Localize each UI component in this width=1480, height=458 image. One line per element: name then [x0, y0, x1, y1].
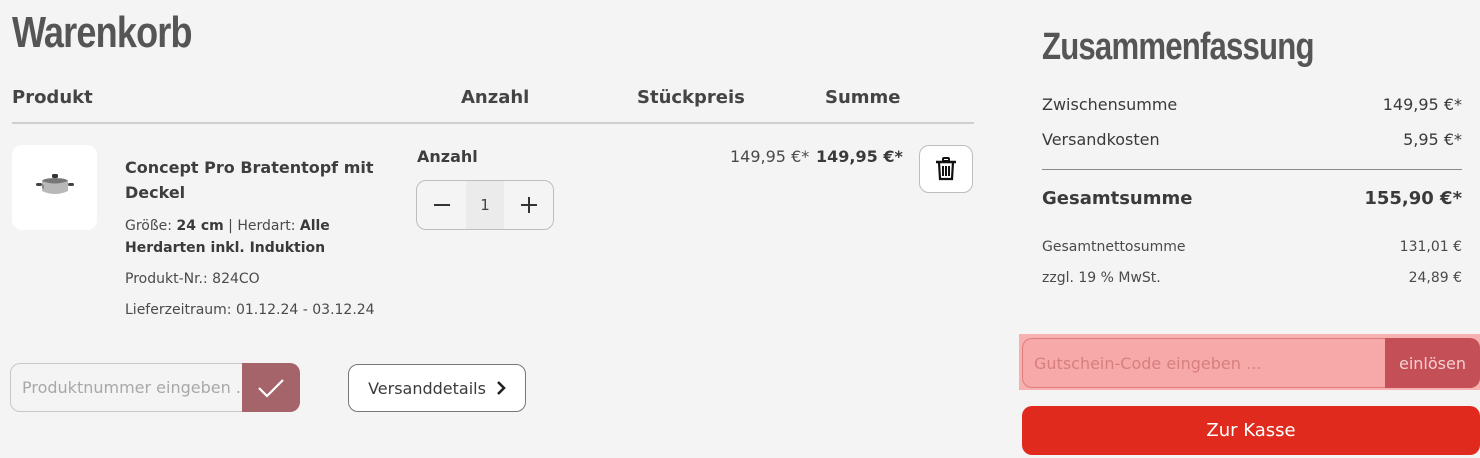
line-total: 149,95 €* — [816, 147, 903, 166]
increase-quantity-button[interactable] — [504, 181, 553, 229]
shipping-details-button[interactable]: Versanddetails — [348, 364, 526, 412]
net-total-value: 131,01 € — [1399, 239, 1462, 255]
grand-total-row: Gesamtsumme 155,90 €* — [1042, 188, 1462, 209]
voucher-code-input[interactable] — [1022, 338, 1388, 388]
product-number: Produkt-Nr.: 824CO — [125, 271, 260, 287]
add-product-button[interactable] — [242, 363, 300, 412]
subtotal-row: Zwischensumme 149,95 €* — [1042, 95, 1462, 114]
quantity-value[interactable]: 1 — [466, 181, 504, 229]
net-total-label: Gesamtnettosumme — [1042, 239, 1186, 255]
quantity-stepper: 1 — [416, 180, 554, 230]
product-number-input[interactable] — [10, 363, 246, 412]
shipping-costs-value: 5,95 €* — [1403, 130, 1462, 149]
remove-item-button[interactable] — [919, 145, 973, 193]
shipping-costs-row: Versandkosten 5,95 €* — [1042, 130, 1462, 149]
chevron-right-icon — [497, 381, 506, 395]
pot-icon — [35, 172, 75, 204]
quantity-label: Anzahl — [417, 147, 478, 166]
grand-total-value: 155,90 €* — [1364, 188, 1462, 209]
vat-value: 24,89 € — [1408, 270, 1462, 286]
subtotal-label: Zwischensumme — [1042, 95, 1178, 114]
minus-icon — [433, 204, 450, 206]
column-header-total: Summe — [825, 87, 901, 108]
plus-icon — [520, 197, 537, 213]
delivery-period: Lieferzeitraum: 01.12.24 - 03.12.24 — [125, 302, 375, 318]
column-header-quantity: Anzahl — [461, 87, 530, 108]
column-header-product: Produkt — [12, 87, 93, 108]
shipping-details-label: Versanddetails — [368, 378, 486, 398]
decrease-quantity-button[interactable] — [417, 181, 466, 229]
shipping-costs-label: Versandkosten — [1042, 130, 1160, 149]
check-icon — [258, 378, 284, 398]
vat-row: zzgl. 19 % MwSt. 24,89 € — [1042, 270, 1462, 286]
vat-label: zzgl. 19 % MwSt. — [1042, 270, 1161, 286]
grand-total-label: Gesamtsumme — [1042, 188, 1193, 209]
redeem-voucher-button[interactable]: einlösen — [1385, 338, 1480, 388]
product-image[interactable] — [12, 145, 97, 230]
header-divider — [12, 122, 974, 124]
column-header-unit-price: Stückpreis — [637, 87, 745, 108]
page-title: Warenkorb — [12, 8, 193, 57]
net-total-row: Gesamtnettosumme 131,01 € — [1042, 239, 1462, 255]
subtotal-value: 149,95 €* — [1382, 95, 1462, 114]
trash-icon — [936, 157, 956, 181]
product-properties: Größe: 24 cm | Herdart: Alle Herdarten i… — [125, 218, 330, 256]
summary-divider — [1042, 169, 1462, 170]
summary-title: Zusammenfassung — [1042, 26, 1314, 68]
product-name[interactable]: Concept Pro Bratentopf mit Deckel — [125, 155, 375, 205]
unit-price: 149,95 €* — [730, 147, 810, 166]
checkout-button[interactable]: Zur Kasse — [1022, 406, 1480, 455]
